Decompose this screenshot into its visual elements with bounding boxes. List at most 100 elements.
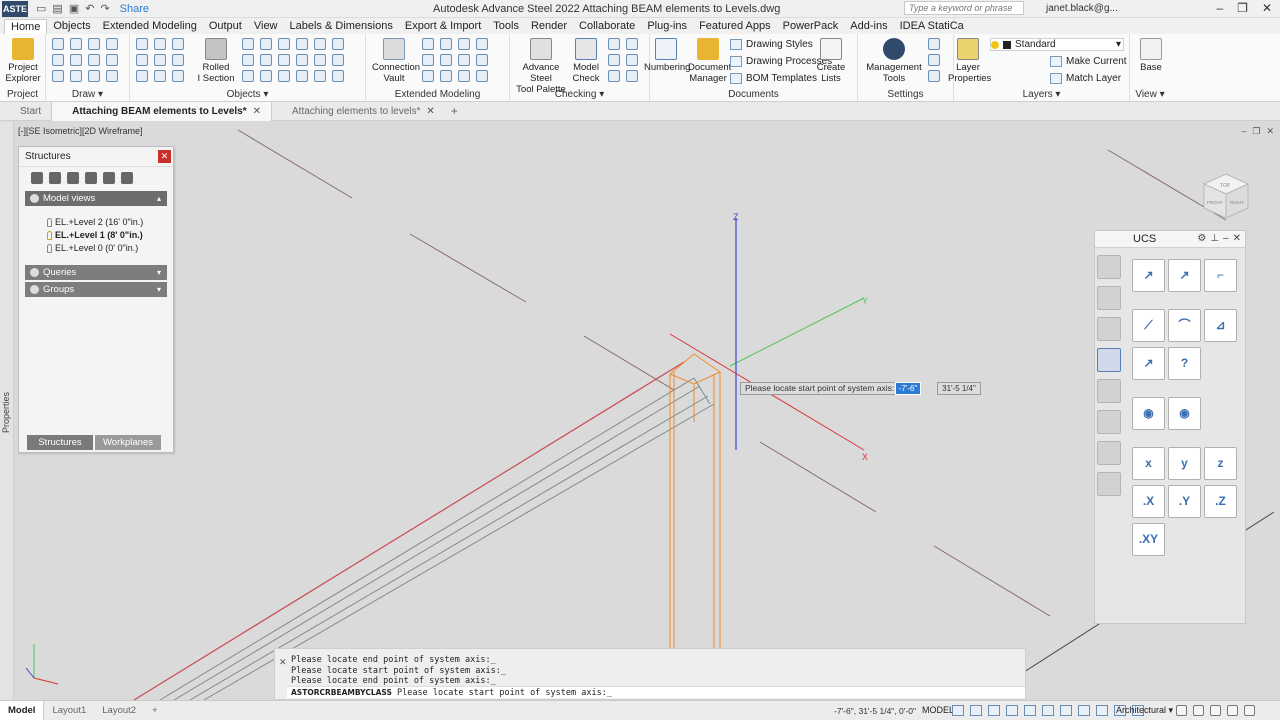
- tab-export-import[interactable]: Export & Import: [399, 19, 487, 34]
- ucs-xy-button[interactable]: .XY: [1132, 523, 1165, 556]
- level-icon[interactable]: [332, 38, 344, 50]
- stair-icon[interactable]: [154, 70, 166, 82]
- groups-section[interactable]: Groups ▾: [25, 282, 167, 297]
- category-tools-icon[interactable]: [1097, 286, 1121, 310]
- grid-icon[interactable]: [106, 38, 118, 50]
- help-icon[interactable]: [85, 172, 97, 184]
- joint-8-icon[interactable]: [476, 54, 488, 66]
- close-icon[interactable]: ✕: [1262, 1, 1272, 15]
- layer-properties-button[interactable]: Layer Properties: [948, 38, 991, 84]
- category-beam-icon[interactable]: [1097, 410, 1121, 434]
- joint-4-icon[interactable]: [476, 38, 488, 50]
- tab-add-ins[interactable]: Add-ins: [844, 19, 893, 34]
- tab-collaborate[interactable]: Collaborate: [573, 19, 641, 34]
- ucs-3point-icon[interactable]: ↗: [1168, 259, 1201, 292]
- tab-powerpack[interactable]: PowerPack: [777, 19, 845, 34]
- tab-layout2[interactable]: Layout2: [94, 705, 144, 716]
- tab-structures[interactable]: Structures: [27, 435, 93, 450]
- category-arch-icon[interactable]: [1097, 441, 1121, 465]
- command-line-input[interactable]: ASTORCRBEAMBYCLASS Please locate start p…: [287, 686, 1025, 698]
- properties-rail[interactable]: Properties: [0, 122, 14, 700]
- drawing-styles-button[interactable]: Drawing Styles: [730, 39, 813, 50]
- minimize-icon[interactable]: –: [1223, 233, 1229, 244]
- tab-render[interactable]: Render: [525, 19, 573, 34]
- plate-rect-icon[interactable]: [260, 38, 272, 50]
- ucs-rotate-x-icon[interactable]: x: [1132, 447, 1165, 480]
- tab-labels-dimensions[interactable]: Labels & Dimensions: [284, 19, 399, 34]
- new-file-icon[interactable]: ▭: [36, 2, 46, 15]
- numbering-button[interactable]: Numbering: [644, 38, 690, 73]
- transparency-toggle-icon[interactable]: [1078, 705, 1090, 716]
- group-label-objects[interactable]: Objects ▾: [130, 89, 365, 100]
- close-icon[interactable]: ✕: [158, 150, 171, 163]
- clash-icon[interactable]: [608, 38, 620, 50]
- dynamic-input-y-field[interactable]: 31'-5 1/4": [937, 382, 981, 395]
- joint-9-icon[interactable]: [422, 70, 434, 82]
- joint-10-icon[interactable]: [440, 70, 452, 82]
- add-view-icon[interactable]: [31, 172, 43, 184]
- ucs-help-icon[interactable]: ?: [1168, 347, 1201, 380]
- tab-home[interactable]: Home: [4, 19, 48, 34]
- tab-model[interactable]: Model: [0, 701, 45, 720]
- minimize-viewport-icon[interactable]: –: [1241, 126, 1246, 137]
- joint-3-icon[interactable]: [458, 38, 470, 50]
- connection-vault-button[interactable]: Connection Vault: [372, 38, 420, 84]
- view-label[interactable]: [-][SE Isometric][2D Wireframe]: [18, 126, 143, 136]
- ellipse-icon[interactable]: [88, 70, 100, 82]
- grating-icon[interactable]: [136, 70, 148, 82]
- search-input[interactable]: Type a keyword or phrase: [904, 1, 1024, 15]
- level-item[interactable]: EL.+Level 1 (8' 0"in.): [47, 229, 173, 242]
- point-icon[interactable]: [106, 70, 118, 82]
- model-views-section[interactable]: Model views ▴: [25, 191, 167, 206]
- fold-plate-icon[interactable]: [278, 38, 290, 50]
- beam-icon[interactable]: [136, 38, 148, 50]
- tab-attaching-elements[interactable]: Attaching elements to levels* ✕: [272, 102, 445, 121]
- stiffener-icon[interactable]: [242, 54, 254, 66]
- restore-icon[interactable]: ❐: [1237, 1, 1248, 15]
- make-current-button[interactable]: Make Current: [1050, 56, 1127, 67]
- ucs-eye2-icon[interactable]: ◉: [1168, 397, 1201, 430]
- lineweight-toggle-icon[interactable]: [1060, 705, 1072, 716]
- tab-output[interactable]: Output: [203, 19, 248, 34]
- tab-objects[interactable]: Objects: [47, 19, 96, 34]
- close-tab-icon[interactable]: ✕: [426, 102, 434, 121]
- hatch-icon[interactable]: [106, 54, 118, 66]
- tab-tools[interactable]: Tools: [487, 19, 525, 34]
- wall-icon[interactable]: [296, 70, 308, 82]
- ucs-origin-icon[interactable]: ↗: [1132, 259, 1165, 292]
- osnap-toggle-icon[interactable]: [1024, 705, 1036, 716]
- camera-icon[interactable]: [103, 172, 115, 184]
- joint-11-icon[interactable]: [458, 70, 470, 82]
- hardware-accel-icon[interactable]: [1210, 705, 1221, 716]
- rolled-section-button[interactable]: Rolled I Section: [196, 38, 236, 84]
- settings-3-icon[interactable]: [928, 70, 940, 82]
- ucs-x-button[interactable]: .X: [1132, 485, 1165, 518]
- gear-icon[interactable]: ⚙: [1197, 233, 1206, 244]
- plate-icon[interactable]: [154, 38, 166, 50]
- audit-icon[interactable]: [626, 38, 638, 50]
- category-stairs-icon[interactable]: [1097, 472, 1121, 496]
- ucs-object-icon[interactable]: ⟋: [1132, 309, 1165, 342]
- joint-6-icon[interactable]: [440, 54, 452, 66]
- railing-icon[interactable]: [172, 70, 184, 82]
- snap-toggle-icon[interactable]: [970, 705, 982, 716]
- frame-icon[interactable]: [314, 54, 326, 66]
- spline-icon[interactable]: [70, 54, 82, 66]
- special-part-icon[interactable]: [332, 70, 344, 82]
- circle-icon[interactable]: [88, 54, 100, 66]
- otrack-toggle-icon[interactable]: [1042, 705, 1054, 716]
- camera-icon[interactable]: [314, 70, 326, 82]
- ucs-view-icon[interactable]: ⊿: [1204, 309, 1237, 342]
- ortho-toggle-icon[interactable]: [988, 705, 1000, 716]
- drawing-viewport[interactable]: Z Y X: [14, 122, 1280, 700]
- region-icon[interactable]: [70, 70, 82, 82]
- isolate-icon[interactable]: [1193, 705, 1204, 716]
- close-tab-icon[interactable]: ✕: [253, 102, 261, 121]
- group-label-layers[interactable]: Layers ▾: [954, 89, 1129, 100]
- document-manager-button[interactable]: Document Manager: [688, 38, 731, 84]
- new-tab-icon[interactable]: +: [451, 104, 458, 118]
- viewcube[interactable]: TOP FRONT RIGHT: [1198, 170, 1254, 226]
- selection-cycling-icon[interactable]: [1096, 705, 1108, 716]
- save-icon[interactable]: ▣: [69, 2, 79, 15]
- ucs-y-button[interactable]: .Y: [1168, 485, 1201, 518]
